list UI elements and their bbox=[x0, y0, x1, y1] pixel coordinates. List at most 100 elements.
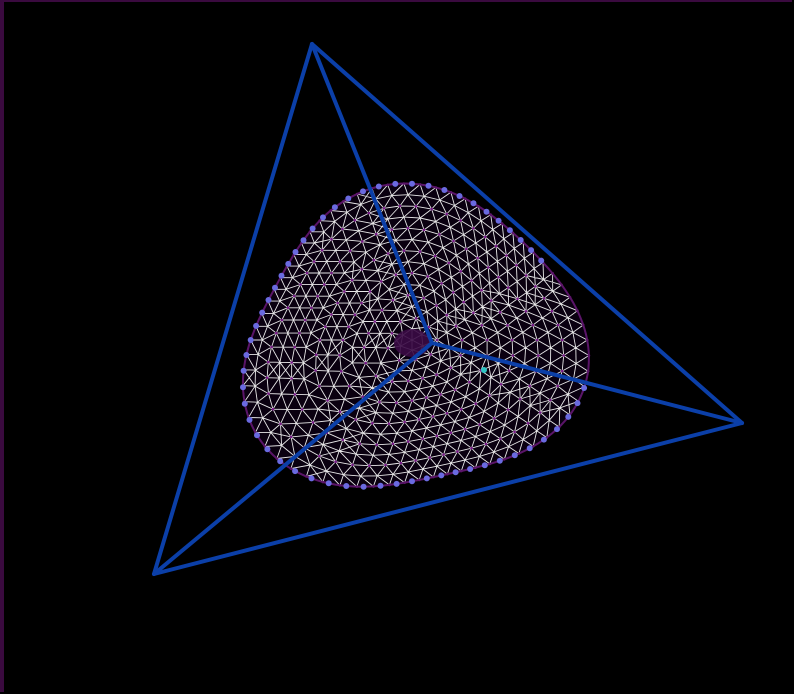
boundary-node bbox=[240, 384, 246, 391]
mesh-vertex bbox=[387, 422, 391, 426]
mesh-vertex bbox=[399, 320, 402, 323]
mesh-vertex bbox=[290, 377, 293, 380]
mesh-vertex bbox=[323, 283, 326, 286]
center-hub bbox=[394, 329, 430, 357]
mesh-vertex bbox=[560, 369, 564, 373]
mesh-vertex bbox=[526, 421, 530, 425]
mesh-vertex bbox=[270, 345, 273, 349]
mesh-vertex bbox=[372, 258, 376, 262]
boundary-node bbox=[438, 472, 445, 479]
boundary-node bbox=[292, 468, 299, 475]
mesh-vertex bbox=[410, 399, 414, 402]
mesh-vertex bbox=[403, 420, 406, 424]
mesh-vertex bbox=[438, 233, 441, 236]
mesh-vertex bbox=[334, 460, 337, 464]
mesh-vertex bbox=[459, 219, 462, 222]
mesh-vertex bbox=[463, 427, 467, 431]
boundary-node bbox=[554, 426, 560, 433]
mesh-vertex bbox=[360, 268, 364, 271]
mesh-vertex bbox=[518, 397, 522, 401]
mesh-vertex bbox=[289, 435, 293, 439]
mesh-vertex bbox=[524, 310, 528, 313]
boundary-node bbox=[241, 400, 248, 407]
mesh-vertex bbox=[311, 421, 315, 424]
mesh-vertex bbox=[410, 271, 414, 275]
boundary-node bbox=[360, 483, 367, 490]
boundary-node bbox=[495, 217, 502, 224]
mesh-vertex bbox=[398, 359, 401, 362]
mesh-vertex bbox=[421, 437, 425, 441]
boundary-node bbox=[409, 478, 415, 485]
mesh-vertex bbox=[468, 380, 471, 384]
mesh-vertex bbox=[380, 308, 384, 312]
boundary-node bbox=[292, 249, 299, 255]
mesh-vertex bbox=[380, 280, 383, 283]
mesh-vertex bbox=[472, 311, 475, 315]
mesh-vertex bbox=[542, 297, 546, 300]
mesh-vertex bbox=[487, 266, 490, 269]
mesh-vertex bbox=[375, 232, 378, 236]
mesh-vertex bbox=[445, 412, 449, 415]
boundary-node bbox=[517, 237, 524, 243]
mesh-vertex bbox=[470, 446, 473, 450]
mesh-vertex bbox=[341, 338, 345, 342]
boundary-node bbox=[243, 352, 250, 358]
mesh-vertex bbox=[353, 313, 357, 317]
mesh-vertex bbox=[265, 376, 269, 380]
mesh-vertex bbox=[314, 369, 317, 372]
mesh-vertex bbox=[511, 354, 515, 357]
mesh-vertex bbox=[320, 248, 324, 252]
mesh-vertex bbox=[341, 227, 344, 231]
boundary-node bbox=[565, 413, 572, 420]
mesh-vertex bbox=[452, 291, 455, 294]
mesh-vertex bbox=[293, 345, 296, 349]
mesh-vertex bbox=[515, 264, 518, 267]
mesh-vertex bbox=[513, 430, 516, 434]
mesh-vertex bbox=[384, 463, 387, 467]
mesh-vertex bbox=[386, 252, 390, 255]
mesh-vertex bbox=[390, 228, 394, 231]
boundary-node bbox=[360, 188, 366, 195]
boundary-node bbox=[277, 458, 284, 465]
mesh-vertex bbox=[454, 324, 458, 328]
mesh-vertex bbox=[435, 304, 438, 307]
mesh-vertex bbox=[417, 418, 421, 421]
mesh-vertex bbox=[464, 247, 468, 251]
mesh-vertex bbox=[442, 453, 445, 456]
mesh-vertex bbox=[430, 207, 434, 211]
mesh-vertex bbox=[395, 401, 398, 405]
mesh-vertex bbox=[316, 294, 320, 298]
mesh-vertex bbox=[391, 442, 395, 446]
boundary-node bbox=[441, 187, 448, 193]
mesh-vertex bbox=[452, 239, 455, 243]
mesh-vertex bbox=[506, 286, 510, 289]
mesh-vertex bbox=[338, 353, 342, 357]
mesh-vertex bbox=[375, 443, 379, 447]
mesh-vertex bbox=[354, 418, 357, 421]
mesh-vertex bbox=[474, 402, 478, 406]
mesh-vertex bbox=[459, 354, 462, 357]
boundary-node bbox=[331, 204, 338, 211]
mesh-vertex bbox=[435, 434, 439, 438]
mesh-vertex bbox=[484, 442, 488, 446]
3d-scene-canvas[interactable] bbox=[0, 0, 794, 694]
mesh-vertex bbox=[318, 384, 321, 388]
boundary-node bbox=[467, 466, 474, 472]
mesh-vertex bbox=[556, 384, 559, 388]
mesh-vertex bbox=[528, 384, 531, 388]
mesh-vertex bbox=[480, 324, 484, 327]
mesh-vertex bbox=[499, 383, 503, 386]
mesh-vertex bbox=[516, 297, 519, 301]
mesh-vertex bbox=[470, 279, 473, 282]
boundary-node bbox=[526, 445, 533, 452]
mesh-vertex bbox=[290, 361, 294, 364]
mesh-vertex bbox=[324, 325, 327, 329]
mesh-vertex bbox=[391, 298, 395, 302]
mesh-vertex bbox=[326, 399, 329, 402]
boundary-node bbox=[309, 225, 316, 232]
mesh-vertex bbox=[414, 205, 418, 208]
mesh-vertex bbox=[360, 301, 363, 305]
boundary-node bbox=[264, 446, 271, 453]
mesh-vertex bbox=[480, 288, 483, 292]
mesh-vertex bbox=[338, 260, 342, 263]
